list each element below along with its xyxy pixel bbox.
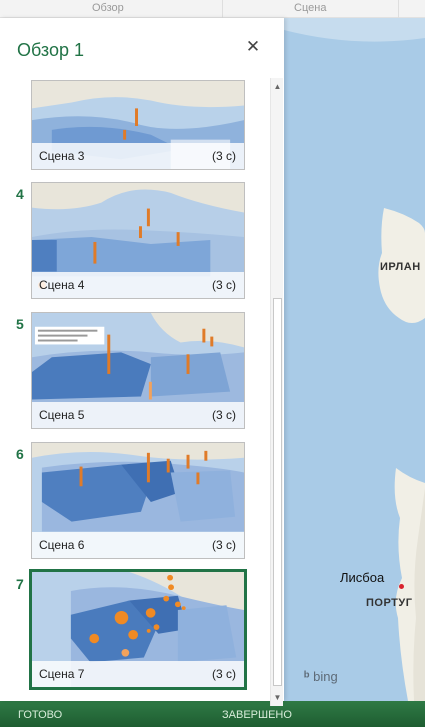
scene-duration: (3 с) bbox=[212, 667, 236, 681]
scroll-down-icon[interactable]: ▼ bbox=[271, 691, 284, 704]
tab-tour[interactable]: Обзор bbox=[92, 2, 124, 14]
scene-thumbnail-7[interactable]: Сцена 7 (3 с) bbox=[29, 569, 247, 690]
scene-number: 6 bbox=[16, 446, 24, 462]
scene-footer: Сцена 7 (3 с) bbox=[32, 661, 244, 687]
scene-duration: (3 с) bbox=[212, 538, 236, 552]
done-button[interactable]: ГОТОВО bbox=[18, 709, 62, 721]
scroll-thumb[interactable] bbox=[273, 298, 282, 686]
close-icon[interactable]: ✕ bbox=[244, 38, 262, 56]
panel-title: Обзор 1 bbox=[17, 40, 84, 60]
scene-thumbnail-4[interactable]: Сцена 4 (3 с) bbox=[31, 182, 245, 299]
scene-name: Сцена 7 bbox=[39, 667, 85, 681]
panel-scrollbar[interactable]: ▲ ▼ bbox=[270, 78, 283, 706]
scene-name: Сцена 6 bbox=[39, 538, 85, 552]
scene-footer: Сцена 6 (3 с) bbox=[32, 532, 244, 558]
scene-thumbnail-3[interactable]: Сцена 3 (3 с) bbox=[31, 80, 245, 170]
map-view[interactable]: ИРЛАН Лисбоа ПОРТУГ ᵇ bing bbox=[284, 18, 425, 701]
scene-name: Сцена 3 bbox=[39, 149, 85, 163]
scene-name: Сцена 4 bbox=[39, 278, 85, 292]
tab-scene[interactable]: Сцена bbox=[294, 2, 326, 14]
map-label-ireland: ИРЛАН bbox=[380, 261, 421, 273]
scene-name: Сцена 5 bbox=[39, 408, 85, 422]
bing-b-icon: ᵇ bbox=[304, 668, 310, 684]
map-city-label: Лисбоа bbox=[340, 570, 385, 585]
scene-footer: Сцена 4 (3 с) bbox=[32, 272, 244, 298]
scene-duration: (3 с) bbox=[212, 149, 236, 163]
city-marker-icon bbox=[399, 584, 404, 589]
scene-footer: Сцена 3 (3 с) bbox=[32, 143, 244, 169]
header-divider bbox=[222, 0, 223, 18]
scene-footer: Сцена 5 (3 с) bbox=[32, 402, 244, 428]
scene-duration: (3 с) bbox=[212, 278, 236, 292]
bing-logo-text: bing bbox=[313, 669, 338, 684]
bing-logo: ᵇ bing bbox=[304, 668, 338, 684]
scroll-up-icon[interactable]: ▲ bbox=[271, 80, 284, 93]
finished-button[interactable]: ЗАВЕРШЕНО bbox=[222, 709, 292, 721]
map-label-portugal: ПОРТУГ bbox=[366, 597, 413, 609]
scene-number: 4 bbox=[16, 186, 24, 202]
tour-editor-header: Обзор Сцена bbox=[0, 0, 425, 18]
scene-thumbnail-5[interactable]: Сцена 5 (3 с) bbox=[31, 312, 245, 429]
status-bar: ГОТОВО ЗАВЕРШЕНО bbox=[0, 701, 425, 727]
tour-panel: Обзор 1 ✕ Сцена 3 (3 с) 4 Сцена 4 (3 с) … bbox=[0, 18, 284, 706]
scene-number: 7 bbox=[16, 576, 24, 592]
scene-thumbnail-6[interactable]: Сцена 6 (3 с) bbox=[31, 442, 245, 559]
header-divider bbox=[398, 0, 399, 18]
scene-number: 5 bbox=[16, 316, 24, 332]
scene-duration: (3 с) bbox=[212, 408, 236, 422]
